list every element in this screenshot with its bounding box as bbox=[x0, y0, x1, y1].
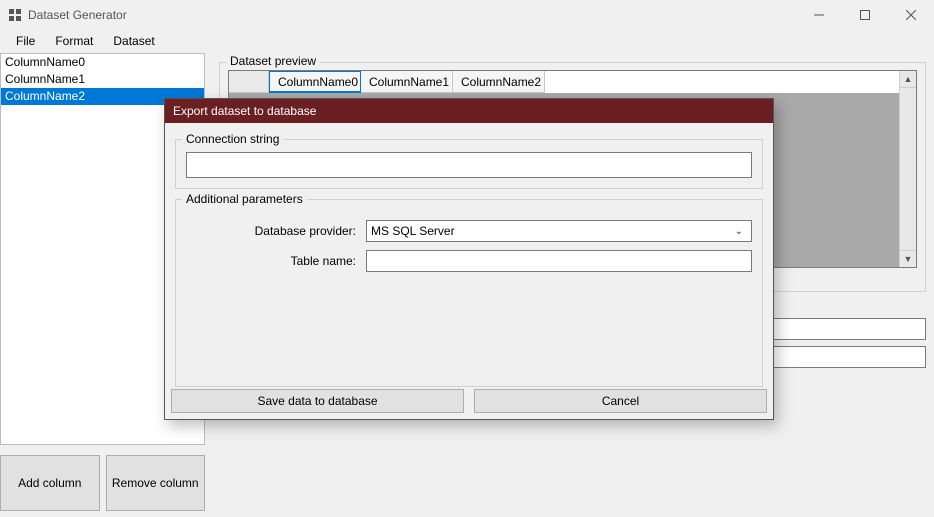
grid-col-header[interactable]: ColumnName1 bbox=[361, 71, 453, 93]
table-name-input[interactable] bbox=[366, 250, 752, 272]
window-controls bbox=[796, 0, 934, 30]
save-button[interactable]: Save data to database bbox=[171, 389, 464, 413]
table-row: Table name: bbox=[186, 250, 752, 272]
close-button[interactable] bbox=[888, 0, 934, 30]
columns-buttons: Add column Remove column bbox=[0, 455, 205, 511]
connection-string-group: Connection string bbox=[175, 139, 763, 189]
export-dialog: Export dataset to database Connection st… bbox=[164, 98, 774, 420]
remove-column-button[interactable]: Remove column bbox=[106, 455, 206, 511]
menu-file[interactable]: File bbox=[6, 32, 45, 50]
preview-group-label: Dataset preview bbox=[226, 54, 320, 68]
scroll-down-icon[interactable]: ▼ bbox=[900, 250, 916, 267]
titlebar-left: Dataset Generator bbox=[0, 8, 127, 22]
chevron-down-icon: ⌄ bbox=[731, 226, 747, 237]
grid-vertical-scrollbar[interactable]: ▲ ▼ bbox=[899, 71, 916, 267]
additional-parameters-group: Additional parameters Database provider:… bbox=[175, 199, 763, 387]
table-name-label: Table name: bbox=[186, 254, 366, 268]
window-title: Dataset Generator bbox=[28, 8, 127, 22]
list-item[interactable]: ColumnName0 bbox=[1, 54, 204, 71]
connection-string-label: Connection string bbox=[182, 132, 283, 146]
minimize-button[interactable] bbox=[796, 0, 842, 30]
menubar: File Format Dataset bbox=[0, 30, 934, 52]
maximize-button[interactable] bbox=[842, 0, 888, 30]
provider-value: MS SQL Server bbox=[371, 224, 455, 238]
grid-header: ColumnName0 ColumnName1 ColumnName2 bbox=[229, 71, 916, 93]
provider-label: Database provider: bbox=[186, 224, 366, 238]
add-column-button[interactable]: Add column bbox=[0, 455, 100, 511]
list-item[interactable]: ColumnName1 bbox=[1, 71, 204, 88]
menu-format[interactable]: Format bbox=[45, 32, 103, 50]
app-icon bbox=[8, 8, 22, 22]
titlebar: Dataset Generator bbox=[0, 0, 934, 30]
menu-dataset[interactable]: Dataset bbox=[103, 32, 164, 50]
scroll-up-icon[interactable]: ▲ bbox=[900, 71, 916, 88]
database-provider-select[interactable]: MS SQL Server ⌄ bbox=[366, 220, 752, 242]
grid-rowheader[interactable] bbox=[229, 71, 269, 93]
grid-col-header[interactable]: ColumnName0 bbox=[269, 71, 361, 93]
connection-string-input[interactable] bbox=[186, 152, 752, 178]
additional-parameters-label: Additional parameters bbox=[182, 192, 307, 206]
dialog-body: Connection string Additional parameters … bbox=[165, 123, 773, 389]
dialog-footer: Save data to database Cancel bbox=[165, 389, 773, 419]
cancel-button[interactable]: Cancel bbox=[474, 389, 767, 413]
provider-row: Database provider: MS SQL Server ⌄ bbox=[186, 220, 752, 242]
grid-col-header[interactable]: ColumnName2 bbox=[453, 71, 545, 93]
dialog-title[interactable]: Export dataset to database bbox=[165, 99, 773, 123]
main-window: Dataset Generator File Format Dataset Co… bbox=[0, 0, 934, 517]
